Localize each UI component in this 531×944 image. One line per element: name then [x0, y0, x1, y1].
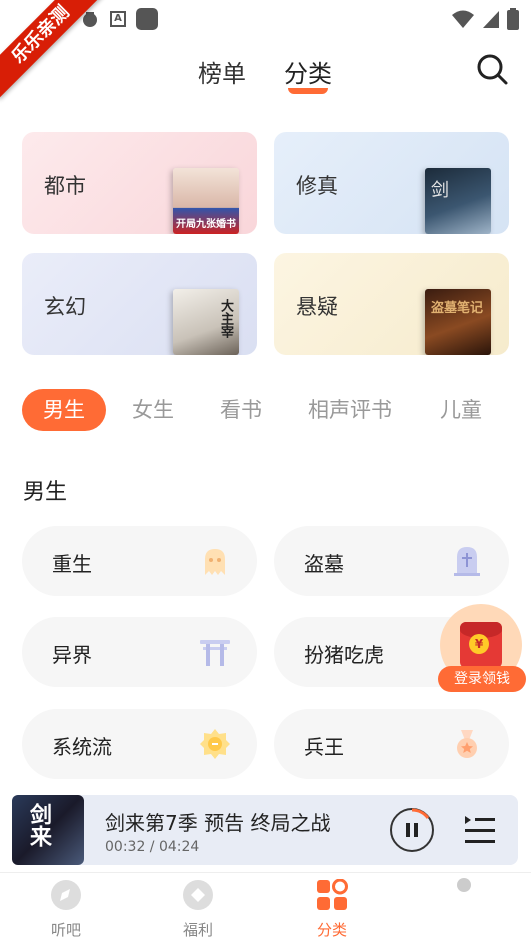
genre-label: 系统流 [52, 735, 112, 759]
progress-ring-icon [411, 808, 430, 819]
nav-label: 分类 [316, 921, 347, 939]
tab-rank[interactable]: 榜单 [198, 54, 246, 89]
coin-icon: ¥ [469, 634, 489, 654]
nav-label: 听吧 [50, 921, 81, 939]
player-title: 剑来第7季 预告 终局之战 [105, 811, 331, 835]
nav-profile-dot[interactable] [457, 878, 471, 892]
login-reward-promo[interactable]: ¥ 登录领钱 [438, 604, 526, 692]
login-reward-button[interactable]: 登录领钱 [438, 666, 526, 692]
pause-button[interactable] [390, 808, 434, 852]
pause-icon-bar [414, 823, 418, 837]
filter-chip-male[interactable]: 男生 [22, 389, 106, 431]
gear-badge-icon [200, 729, 230, 759]
genre-label: 兵王 [304, 735, 344, 759]
category-card-dushi[interactable]: 都市 开局九张婚书 [22, 132, 257, 234]
section-title: 男生 [23, 480, 68, 505]
bottom-tab-bar: 听吧 福利 分类 [0, 872, 531, 944]
genre-pill-soldier[interactable]: 兵王 [274, 709, 509, 779]
nav-listen[interactable]: 听吧 [26, 873, 106, 944]
player-cover-title: 剑来 [26, 803, 51, 847]
app-square-icon [136, 8, 158, 30]
signal-icon [483, 11, 499, 28]
book-cover-xuanyi: 盗墓笔记 [425, 289, 491, 355]
player-cover[interactable]: 剑来 [12, 795, 84, 865]
cover-title: 大主宰 [218, 299, 233, 338]
category-card-label: 修真 [296, 174, 338, 198]
cover-title: 盗墓笔记 [431, 301, 484, 316]
compass-icon [51, 880, 81, 910]
category-card-label: 玄幻 [44, 295, 86, 319]
filter-chip-children[interactable]: 儿童 [440, 389, 482, 431]
medal-icon [457, 730, 477, 758]
a-badge-icon: A [110, 11, 126, 27]
tab-category[interactable]: 分类 [284, 54, 332, 89]
category-card-xiuzhen[interactable]: 修真 剑 [274, 132, 509, 234]
search-icon[interactable] [475, 52, 509, 86]
cover-title: 开局九张婚书 [176, 219, 236, 230]
genre-pill-otherworld[interactable]: 异界 [22, 617, 257, 687]
category-card-xuanyi[interactable]: 悬疑 盗墓笔记 [274, 253, 509, 355]
category-card-label: 都市 [44, 174, 86, 198]
genre-label: 异界 [52, 643, 92, 667]
torii-gate-icon [200, 640, 230, 666]
category-card-xuanhuan[interactable]: 玄幻 大主宰 [22, 253, 257, 355]
tab-active-indicator [288, 88, 328, 94]
book-cover-dushi: 开局九张婚书 [173, 168, 239, 234]
genre-pill-tomb[interactable]: 盗墓 [274, 526, 509, 596]
cover-title: 剑 [431, 180, 449, 201]
filter-row: 男生 女生 看书 相声评书 儿童 [22, 389, 522, 431]
tombstone-icon [454, 547, 480, 576]
nav-label: 福利 [182, 921, 213, 939]
header: 榜单 分类 [0, 40, 531, 100]
category-grid-icon [317, 879, 348, 910]
battery-icon [507, 8, 519, 30]
mini-player[interactable]: 剑来 剑来第7季 预告 终局之战 00:32 / 04:24 [12, 795, 518, 865]
player-time: 00:32 / 04:24 [105, 839, 200, 855]
status-icons-left: A [80, 8, 158, 30]
genre-pill-system[interactable]: 系统流 [22, 709, 257, 779]
genre-pill-rebirth[interactable]: 重生 [22, 526, 257, 596]
filter-chip-female[interactable]: 女生 [132, 389, 174, 431]
genre-label: 扮猪吃虎 [304, 643, 384, 667]
wifi-icon [452, 10, 474, 28]
filter-chip-crosstalk[interactable]: 相声评书 [308, 389, 392, 431]
category-card-label: 悬疑 [296, 295, 338, 319]
nav-category[interactable]: 分类 [292, 873, 372, 944]
filter-chip-read[interactable]: 看书 [220, 389, 262, 431]
nav-welfare[interactable]: 福利 [158, 873, 238, 944]
book-cover-xuanhuan: 大主宰 [173, 289, 239, 355]
diamond-icon [183, 880, 213, 910]
genre-label: 重生 [52, 552, 92, 576]
playlist-icon[interactable] [463, 812, 497, 846]
book-cover-xiuzhen: 剑 [425, 168, 491, 234]
status-icons-right [451, 8, 519, 30]
pause-icon [406, 823, 410, 837]
ghost-icon [205, 549, 225, 575]
genre-label: 盗墓 [304, 552, 344, 576]
